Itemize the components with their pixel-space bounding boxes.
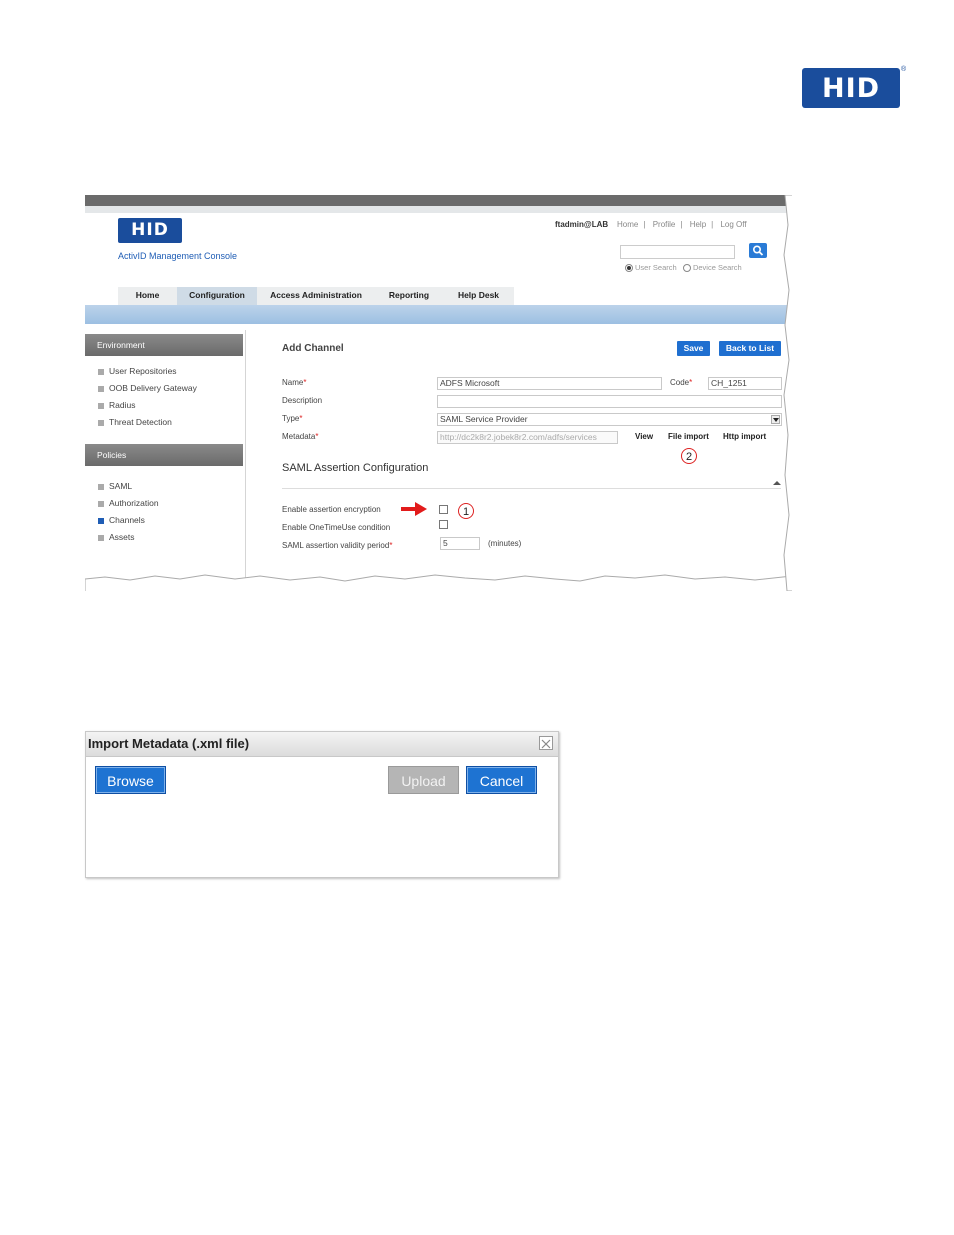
encryption-checkbox[interactable]: [439, 505, 448, 514]
browse-button[interactable]: Browse: [95, 766, 166, 794]
cancel-button[interactable]: Cancel: [466, 766, 537, 794]
hid-logo-text: HID: [821, 73, 881, 104]
sidebar-item-authorization[interactable]: Authorization: [98, 498, 159, 508]
app-name: ActivID Management Console: [118, 251, 238, 261]
sidebar-heading-policies: Policies: [85, 444, 243, 466]
tab-access-administration[interactable]: Access Administration: [257, 287, 375, 305]
sidebar-item-label: Threat Detection: [109, 417, 172, 427]
description-label: Description: [282, 396, 323, 405]
search-icon: [752, 245, 764, 256]
callout-1: 1: [458, 503, 474, 519]
bullet-icon: [98, 500, 104, 507]
bullet-icon: [98, 385, 104, 392]
section-divider: [282, 488, 781, 489]
description-field[interactable]: [437, 395, 782, 408]
bullet-icon: [98, 368, 104, 375]
link-logoff[interactable]: Log Off: [720, 220, 746, 229]
bullet-icon: [98, 534, 104, 541]
radio-user-label: User Search: [635, 263, 677, 272]
upload-button[interactable]: Upload: [388, 766, 459, 794]
save-button[interactable]: Save: [677, 341, 710, 356]
saml-section-title: SAML Assertion Configuration: [282, 462, 429, 474]
torn-edge-right: [783, 195, 792, 591]
validity-field[interactable]: 5: [440, 537, 480, 550]
sidebar-heading-environment: Environment: [85, 334, 243, 356]
tab-help-desk[interactable]: Help Desk: [443, 287, 514, 305]
sidebar-item-label: Authorization: [109, 498, 159, 508]
validity-label: SAML assertion validity period*: [282, 541, 393, 550]
radio-device-label: Device Search: [692, 263, 742, 272]
sidebar-item-label: Assets: [109, 532, 135, 542]
import-metadata-dialog: Import Metadata (.xml file) Browse Uploa…: [85, 731, 559, 878]
sidebar-item-assets[interactable]: Assets: [98, 532, 135, 542]
hid-logo: HID: [802, 68, 900, 108]
dialog-title-bar: Import Metadata (.xml file): [86, 732, 558, 757]
type-select[interactable]: SAML Service Provider: [437, 413, 782, 426]
page-title: Add Channel: [282, 343, 344, 354]
search-mode: User Search Device Search: [625, 263, 742, 273]
minutes-label: (minutes): [488, 539, 522, 548]
sidebar-item-saml[interactable]: SAML: [98, 481, 132, 491]
search-input[interactable]: [620, 245, 735, 259]
sidebar-item-channels[interactable]: Channels: [98, 515, 145, 525]
file-import-link[interactable]: File import: [668, 432, 709, 441]
sidebar-item-label: Channels: [109, 515, 145, 525]
registered-mark: ®: [901, 66, 907, 73]
radio-device-search[interactable]: [682, 264, 691, 273]
callout-2: 2: [681, 448, 697, 464]
sidebar-item-label: OOB Delivery Gateway: [109, 383, 197, 393]
sidebar-item-user-repositories[interactable]: User Repositories: [98, 366, 177, 376]
username: ftadmin@LAB: [555, 220, 609, 229]
code-field[interactable]: CH_1251: [708, 377, 782, 390]
sidebar-item-threat-detection[interactable]: Threat Detection: [98, 417, 172, 427]
console-screenshot: HID ActivID Management Console ftadmin@L…: [85, 195, 792, 591]
sidebar-item-oob-gateway[interactable]: OOB Delivery Gateway: [98, 383, 197, 393]
link-help[interactable]: Help: [690, 220, 706, 229]
bullet-icon: [98, 402, 104, 409]
bullet-icon: [98, 419, 104, 426]
tab-reporting[interactable]: Reporting: [375, 287, 443, 305]
onetimeuse-label: Enable OneTimeUse condition: [282, 523, 391, 532]
type-label: Type*: [282, 414, 303, 423]
red-arrow-icon: [401, 502, 427, 516]
sidebar-item-label: User Repositories: [109, 366, 177, 376]
browser-top-bar: [85, 195, 792, 206]
sidebar-item-radius[interactable]: Radius: [98, 400, 135, 410]
code-label: Code*: [670, 378, 693, 387]
link-profile[interactable]: Profile: [653, 220, 676, 229]
search-button[interactable]: [749, 243, 767, 258]
close-icon: [541, 739, 551, 749]
name-label: Name*: [282, 378, 307, 387]
sidebar: Environment User Repositories OOB Delive…: [85, 330, 246, 591]
type-select-value: SAML Service Provider: [440, 414, 528, 424]
back-to-list-button[interactable]: Back to List: [719, 341, 781, 356]
nav-band: [85, 305, 792, 324]
tab-home[interactable]: Home: [118, 287, 177, 305]
onetimeuse-checkbox[interactable]: [439, 520, 448, 529]
main-nav: Home Configuration Access Administration…: [118, 287, 514, 305]
chevron-down-icon: [771, 415, 780, 424]
browser-sub-bar: [85, 206, 792, 213]
metadata-label: Metadata*: [282, 432, 319, 441]
metadata-field[interactable]: http://dc2k8r2.jobek8r2.com/adfs/service…: [437, 431, 618, 444]
torn-edge: [85, 574, 792, 591]
view-link[interactable]: View: [635, 432, 653, 441]
dialog-title: Import Metadata (.xml file): [88, 736, 250, 751]
bullet-icon: [98, 483, 104, 490]
name-field[interactable]: ADFS Microsoft: [437, 377, 662, 390]
sidebar-item-label: SAML: [109, 481, 133, 491]
user-bar: ftadmin@LAB Home | Profile | Help | Log Off: [555, 220, 747, 229]
bullet-active-icon: [98, 517, 104, 524]
link-home[interactable]: Home: [617, 220, 638, 229]
http-import-link[interactable]: Http import: [723, 432, 766, 441]
encryption-label: Enable assertion encryption: [282, 505, 381, 514]
close-button[interactable]: [539, 736, 553, 750]
tab-configuration[interactable]: Configuration: [177, 287, 257, 305]
app-logo: HID: [118, 218, 182, 243]
sidebar-item-label: Radius: [109, 400, 136, 410]
radio-user-search[interactable]: [625, 264, 633, 273]
